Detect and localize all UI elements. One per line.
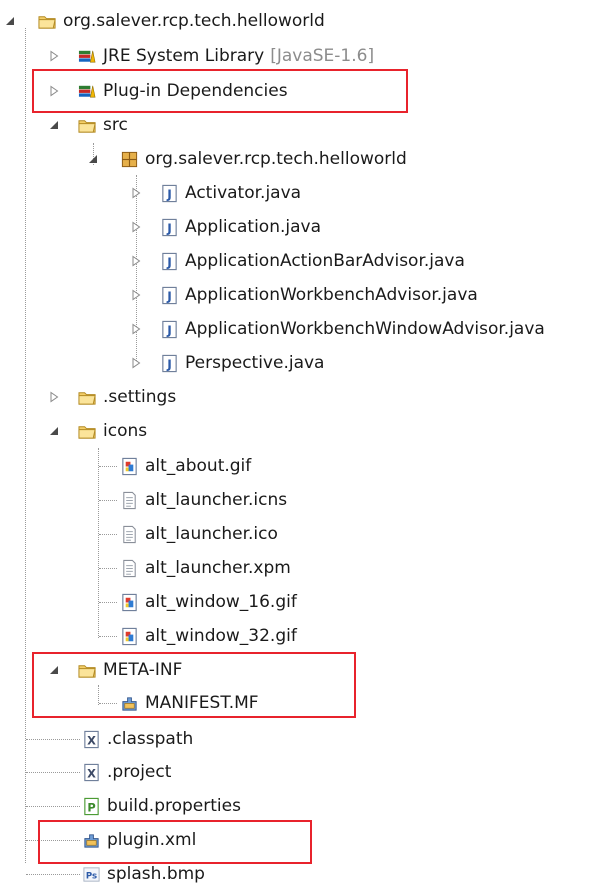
tree-connector [26, 874, 80, 875]
tree-item-label: Application.java [185, 217, 322, 237]
tree-item-label: ApplicationWorkbenchWindowAdvisor.java [185, 319, 545, 339]
properties-file-icon [82, 797, 101, 816]
tree-item-java-file[interactable]: ApplicationWorkbenchAdvisor.java [160, 280, 478, 310]
folder-icon [78, 422, 97, 441]
tree-item-label: Activator.java [185, 183, 302, 203]
expand-toggle[interactable] [130, 289, 142, 301]
tree-item-label: .project [107, 762, 172, 782]
tree-connector [136, 175, 137, 365]
tree-item-icons-folder[interactable]: icons [78, 416, 147, 446]
tree-connector [99, 602, 117, 603]
tree-item-jre-system-library[interactable]: JRE System Library [JavaSE-1.6] [78, 41, 374, 71]
tree-item-label: ApplicationWorkbenchAdvisor.java [185, 285, 478, 305]
highlight-box-meta-inf [32, 652, 356, 718]
tree-item-java-file[interactable]: Activator.java [160, 178, 301, 208]
collapse-toggle[interactable] [4, 15, 16, 27]
tree-connector [25, 28, 26, 863]
collapse-toggle[interactable] [87, 153, 99, 165]
java-file-icon [160, 354, 179, 373]
tree-item-label: alt_launcher.ico [145, 524, 278, 544]
tree-item-java-file[interactable]: Application.java [160, 212, 321, 242]
photoshop-file-icon [82, 865, 101, 884]
tree-item-project-file[interactable]: .project [82, 757, 171, 787]
tree-item-file[interactable]: alt_launcher.ico [120, 519, 278, 549]
expand-toggle[interactable] [130, 187, 142, 199]
tree-connector [99, 534, 117, 535]
tree-item-java-file[interactable]: ApplicationWorkbenchWindowAdvisor.java [160, 314, 545, 344]
package-icon [120, 150, 139, 169]
tree-connector [99, 466, 117, 467]
tree-item-label: alt_window_16.gif [145, 592, 297, 612]
expand-toggle[interactable] [48, 391, 60, 403]
expand-toggle[interactable] [130, 357, 142, 369]
tree-connector [99, 636, 117, 637]
tree-item-decoration: [JavaSE-1.6] [270, 46, 375, 66]
tree-item-java-file[interactable]: Perspective.java [160, 348, 324, 378]
tree-connector [26, 806, 80, 807]
expand-toggle[interactable] [130, 255, 142, 267]
java-file-icon [160, 218, 179, 237]
expand-toggle[interactable] [130, 323, 142, 335]
tree-connector [99, 568, 117, 569]
xml-file-icon [82, 763, 101, 782]
tree-item-java-file[interactable]: ApplicationActionBarAdvisor.java [160, 246, 465, 276]
tree-item-src[interactable]: src [78, 110, 128, 140]
expand-toggle[interactable] [130, 221, 142, 233]
tree-item-package[interactable]: org.salever.rcp.tech.helloworld [120, 144, 407, 174]
gif-file-icon [120, 457, 139, 476]
tree-item-label: Perspective.java [185, 353, 325, 373]
tree-item-image-file[interactable]: alt_about.gif [120, 451, 251, 481]
text-file-icon [120, 559, 139, 578]
tree-item-label: alt_launcher.xpm [145, 558, 291, 578]
tree-item-settings-folder[interactable]: .settings [78, 382, 176, 412]
expand-toggle[interactable] [48, 50, 60, 62]
gif-file-icon [120, 627, 139, 646]
java-file-icon [160, 286, 179, 305]
folder-icon [78, 388, 97, 407]
tree-item-label: alt_about.gif [145, 456, 252, 476]
tree-connector [26, 772, 80, 773]
tree-connector [99, 500, 117, 501]
tree-item-file[interactable]: alt_launcher.xpm [120, 553, 291, 583]
tree-item-label: org.salever.rcp.tech.helloworld [63, 11, 325, 31]
project-folder-icon [38, 12, 57, 31]
tree-item-label: alt_window_32.gif [145, 626, 297, 646]
tree-item-image-file[interactable]: alt_window_32.gif [120, 621, 297, 651]
tree-item-label: alt_launcher.icns [145, 490, 288, 510]
tree-item-image-file[interactable]: alt_window_16.gif [120, 587, 297, 617]
text-file-icon [120, 525, 139, 544]
tree-item-project[interactable]: org.salever.rcp.tech.helloworld [38, 6, 325, 36]
gif-file-icon [120, 593, 139, 612]
tree-item-label: org.salever.rcp.tech.helloworld [145, 149, 407, 169]
tree-item-label: JRE System Library [103, 46, 265, 66]
java-file-icon [160, 320, 179, 339]
tree-item-file[interactable]: alt_launcher.icns [120, 485, 287, 515]
project-explorer-tree: org.salever.rcp.tech.helloworld JRE Syst… [0, 0, 609, 885]
collapse-toggle[interactable] [48, 425, 60, 437]
tree-item-label: build.properties [107, 796, 241, 816]
tree-connector [98, 448, 99, 638]
tree-item-label: splash.bmp [107, 864, 205, 884]
tree-connector [26, 739, 80, 740]
tree-item-label: .classpath [107, 729, 194, 749]
java-file-icon [160, 252, 179, 271]
library-icon [78, 47, 97, 66]
java-file-icon [160, 184, 179, 203]
tree-item-label: .settings [103, 387, 177, 407]
tree-item-classpath-file[interactable]: .classpath [82, 724, 193, 754]
collapse-toggle[interactable] [48, 119, 60, 131]
tree-item-build-properties[interactable]: build.properties [82, 791, 241, 821]
tree-item-label: icons [103, 421, 148, 441]
source-folder-icon [78, 116, 97, 135]
xml-file-icon [82, 730, 101, 749]
highlight-box-plugin-dependencies [32, 69, 408, 113]
tree-item-label: ApplicationActionBarAdvisor.java [185, 251, 465, 271]
tree-item-label: src [103, 115, 128, 135]
text-file-icon [120, 491, 139, 510]
highlight-box-plugin-xml [38, 820, 312, 864]
